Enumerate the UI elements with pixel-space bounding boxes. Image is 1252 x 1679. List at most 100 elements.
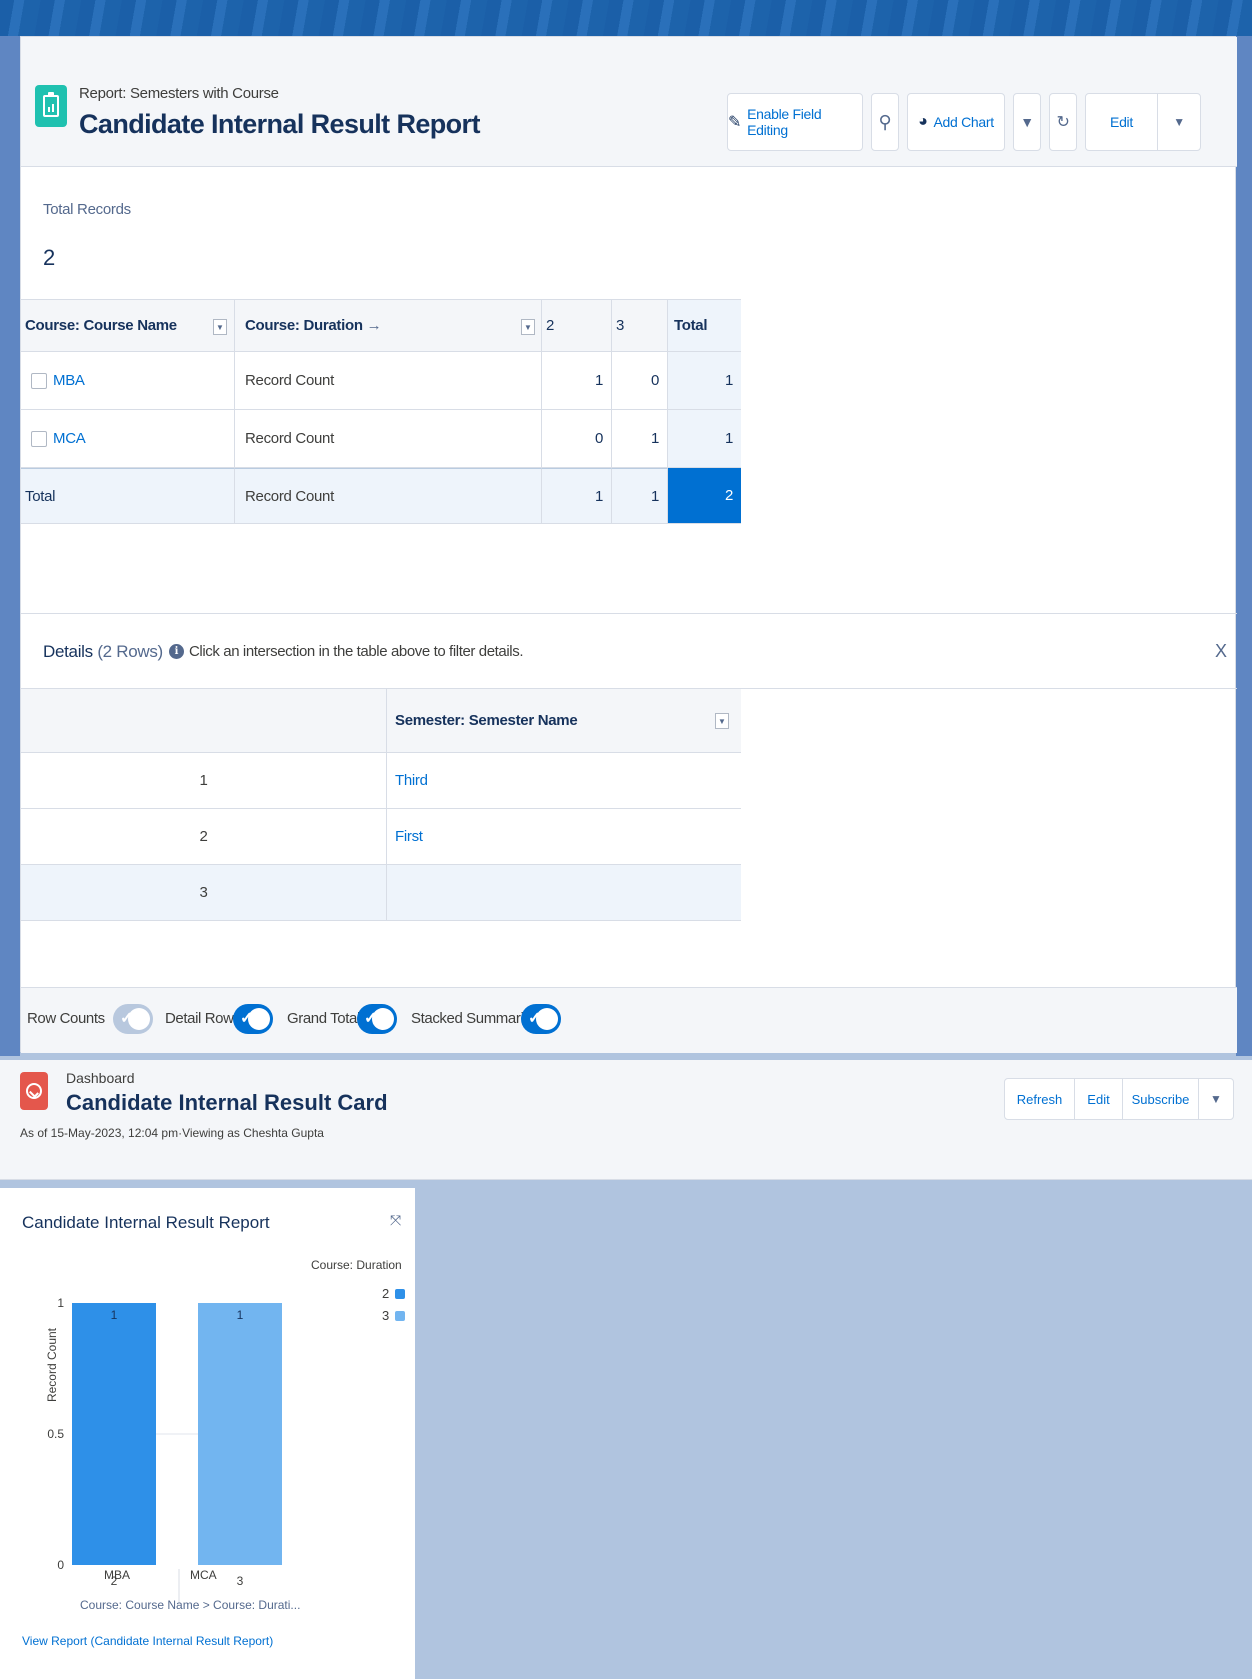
detail-rows-toggle[interactable]: ✓ xyxy=(233,1004,273,1034)
edit-button[interactable]: Edit xyxy=(1086,94,1158,150)
dashboard-header: Dashboard Candidate Internal Result Card… xyxy=(0,1060,1252,1180)
subscribe-button[interactable]: Subscribe xyxy=(1123,1079,1199,1119)
refresh-button[interactable]: Refresh xyxy=(1005,1079,1075,1119)
filter-button[interactable]: ▼ xyxy=(1013,93,1041,151)
legend-title: Course: Duration xyxy=(311,1258,402,1272)
report-clipboard-icon xyxy=(35,85,67,127)
value-cell[interactable]: 0 xyxy=(612,352,668,410)
close-icon[interactable]: X xyxy=(1215,641,1227,662)
row-number: 1 xyxy=(21,753,387,809)
grand-total-cell[interactable]: 2 xyxy=(668,468,741,524)
dashboard-actions: Refresh Edit Subscribe ▼ xyxy=(1004,1078,1234,1120)
detail-rows-label: Detail Rows xyxy=(165,1010,241,1027)
refresh-icon: ↻ xyxy=(1056,114,1070,131)
group-label: MBA xyxy=(104,1568,131,1582)
data-label: 1 xyxy=(237,1308,244,1322)
legend-swatch xyxy=(395,1288,406,1299)
total-cell[interactable]: 1 xyxy=(668,352,741,410)
stacked-summaries-toggle[interactable]: ✓ xyxy=(521,1004,561,1034)
details-hint: Click an intersection in the table above… xyxy=(189,643,524,660)
column-menu-icon[interactable]: ▼ xyxy=(213,319,227,335)
details-title: Details (2 Rows) xyxy=(43,642,163,661)
background-edge-right xyxy=(1236,36,1252,1056)
report-footer: Row Counts ✓ Detail Rows ✓ Grand Total ✓… xyxy=(21,987,1237,1053)
legend-swatch xyxy=(395,1310,406,1321)
group-label: MCA xyxy=(190,1568,217,1582)
value-cell[interactable]: 1 xyxy=(612,468,668,524)
report-panel: Report: Semesters with Course Candidate … xyxy=(20,36,1237,1053)
column-menu-icon[interactable]: ▼ xyxy=(521,319,535,335)
legend-item: 3 xyxy=(382,1308,406,1323)
row-number-header xyxy=(21,689,387,753)
header-course-name: Course: Course Name xyxy=(21,299,235,352)
background-pattern xyxy=(0,0,1252,36)
row-number: 2 xyxy=(21,809,387,865)
semester-cell xyxy=(387,865,741,921)
edit-button-group: Edit ▼ xyxy=(1085,93,1201,151)
row-counts-label: Row Counts xyxy=(27,1010,105,1027)
value-cell[interactable]: 1 xyxy=(542,352,612,410)
search-icon: ⚲ xyxy=(878,111,892,132)
data-label: 1 xyxy=(111,1308,118,1322)
edit-button[interactable]: Edit xyxy=(1075,1079,1123,1119)
row-counts-toggle[interactable]: ✓ xyxy=(113,1004,153,1034)
add-chart-button[interactable]: ◕ Add Chart xyxy=(907,93,1005,151)
report-header: Report: Semesters with Course Candidate … xyxy=(21,37,1237,167)
stacked-summaries-label: Stacked Summaries xyxy=(411,1010,539,1027)
total-records-label: Total Records xyxy=(43,201,131,218)
view-report-link[interactable]: View Report (Candidate Internal Result R… xyxy=(22,1634,273,1648)
y-tick-label: 1 xyxy=(57,1296,64,1310)
header-semester-name: Semester: Semester Name xyxy=(387,689,741,753)
total-records-value: 2 xyxy=(43,245,56,270)
course-link[interactable]: MBA xyxy=(53,372,85,389)
background-edge-left xyxy=(0,36,20,1056)
row-number: 3 xyxy=(21,865,387,921)
enable-field-editing-button[interactable]: ✎ Enable Field Editing xyxy=(727,93,863,151)
bar-chart: 00.511213 xyxy=(47,1296,282,1605)
chart-icon: ◕ xyxy=(918,113,928,130)
column-menu-icon[interactable]: ▼ xyxy=(715,713,729,729)
dashboard-as-of: As of 15-May-2023, 12:04 pm·Viewing as C… xyxy=(20,1126,324,1140)
table-row: MCA xyxy=(21,410,235,468)
semester-link[interactable]: Third xyxy=(387,753,741,809)
value-cell[interactable]: 1 xyxy=(542,468,612,524)
bar xyxy=(198,1303,282,1565)
chevron-down-icon[interactable]: ▼ xyxy=(1199,1079,1233,1119)
page-title: Candidate Internal Result Report xyxy=(79,109,480,139)
edit-menu-chevron-icon[interactable]: ▼ xyxy=(1158,115,1200,129)
arrow-right-icon: → xyxy=(366,317,382,334)
x-axis-title: Course: Course Name > Course: Durati... xyxy=(80,1598,301,1612)
chart-widget: Candidate Internal Result Report ⤧ Cours… xyxy=(0,1188,415,1679)
details-header: Details (2 Rows) i Click an intersection… xyxy=(21,613,1237,689)
y-tick-label: 0 xyxy=(57,1558,64,1572)
pencil-icon: ✎ xyxy=(728,114,742,131)
expand-icon[interactable]: ⤧ xyxy=(390,1212,401,1229)
row-checkbox[interactable] xyxy=(31,372,47,389)
metric-cell: Record Count xyxy=(235,468,542,524)
grand-total-row-label: Total xyxy=(21,468,235,524)
x-tick-label: 3 xyxy=(237,1574,244,1588)
info-icon: i xyxy=(169,644,184,659)
header-duration-2: 2 xyxy=(542,299,612,352)
dashboard-gauge-icon xyxy=(20,1072,48,1110)
value-cell[interactable]: 0 xyxy=(542,410,612,468)
bar xyxy=(72,1303,156,1565)
table-row: MBA xyxy=(21,352,235,410)
row-checkbox[interactable] xyxy=(31,430,47,447)
grand-total-label: Grand Total xyxy=(287,1010,360,1027)
course-link[interactable]: MCA xyxy=(53,430,86,447)
widget-title: Candidate Internal Result Report xyxy=(22,1213,270,1232)
metric-cell: Record Count xyxy=(235,410,542,468)
semester-link[interactable]: First xyxy=(387,809,741,865)
search-button[interactable]: ⚲ xyxy=(871,93,899,151)
total-cell[interactable]: 1 xyxy=(668,410,741,468)
metric-cell: Record Count xyxy=(235,352,542,410)
dashboard-title: Candidate Internal Result Card xyxy=(66,1090,388,1115)
legend-item: 2 xyxy=(382,1286,406,1301)
refresh-button[interactable]: ↻ xyxy=(1049,93,1077,151)
value-cell[interactable]: 1 xyxy=(612,410,668,468)
grand-total-toggle[interactable]: ✓ xyxy=(357,1004,397,1034)
y-tick-label: 0.5 xyxy=(47,1427,64,1441)
report-type-label: Report: Semesters with Course xyxy=(79,85,279,102)
filter-icon: ▼ xyxy=(1020,114,1034,130)
